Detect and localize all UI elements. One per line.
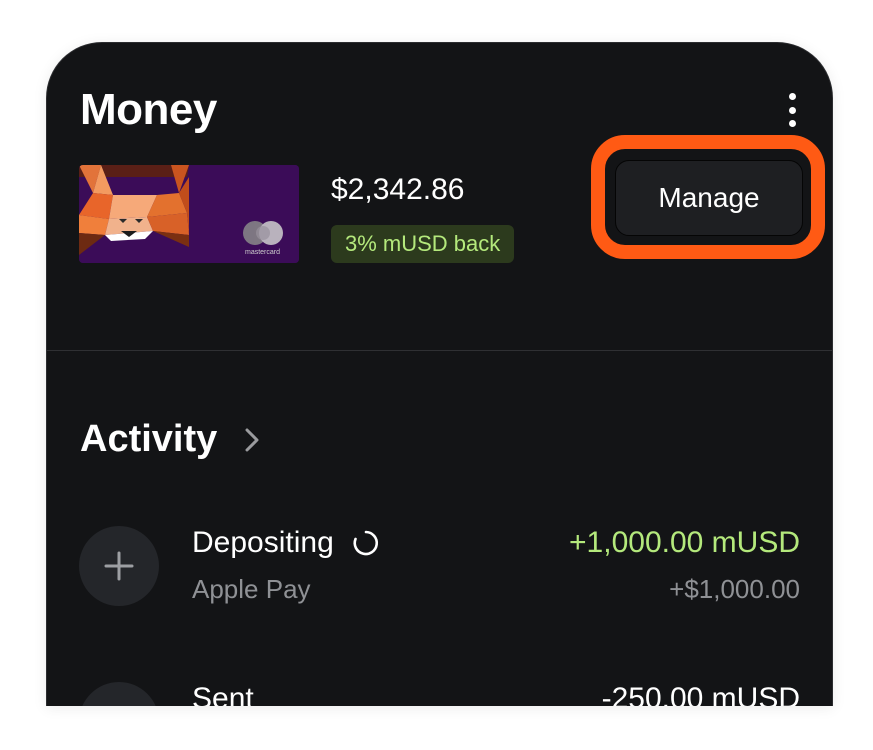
manage-button[interactable]: Manage <box>615 160 803 236</box>
money-screen: Money mastercard $2,342.86 3% mUSD back … <box>46 42 833 706</box>
vertical-dots-icon <box>788 93 796 100</box>
transaction-subtitle: Apple Pay <box>192 574 311 604</box>
page-title: Money <box>80 85 217 134</box>
more-options-button[interactable] <box>786 93 798 127</box>
activity-title: Activity <box>80 418 218 460</box>
cashback-badge: 3% mUSD back <box>331 225 515 263</box>
section-divider <box>47 350 832 351</box>
chevron-right-icon <box>245 428 259 451</box>
transaction-fiat-amount: +$1,000.00 <box>669 574 800 604</box>
transaction-title-text: Sent <box>192 682 254 706</box>
activity-item-depositing[interactable]: Depositing Apple Pay +1,000.00 mUSD +$1,… <box>47 526 832 626</box>
fox-card-art: mastercard <box>79 165 299 263</box>
transaction-title-text: Depositing <box>192 526 334 559</box>
transaction-amount: -250.00 mUSD <box>601 682 800 706</box>
svg-text:mastercard: mastercard <box>245 249 280 256</box>
mastercard-logo <box>243 221 283 245</box>
transaction-title: Depositing <box>192 526 380 560</box>
transaction-amount: +1,000.00 mUSD <box>569 526 800 559</box>
activity-header-link[interactable]: Activity <box>80 418 265 461</box>
transaction-icon <box>79 682 159 706</box>
plus-icon <box>104 551 134 581</box>
transaction-title: Sent <box>192 682 254 706</box>
transaction-icon <box>79 526 159 606</box>
card-thumbnail[interactable]: mastercard <box>79 165 299 263</box>
activity-item-sent[interactable]: Sent -250.00 mUSD <box>47 682 832 706</box>
card-balance: $2,342.86 <box>331 173 465 206</box>
loading-spinner-icon <box>353 530 378 556</box>
